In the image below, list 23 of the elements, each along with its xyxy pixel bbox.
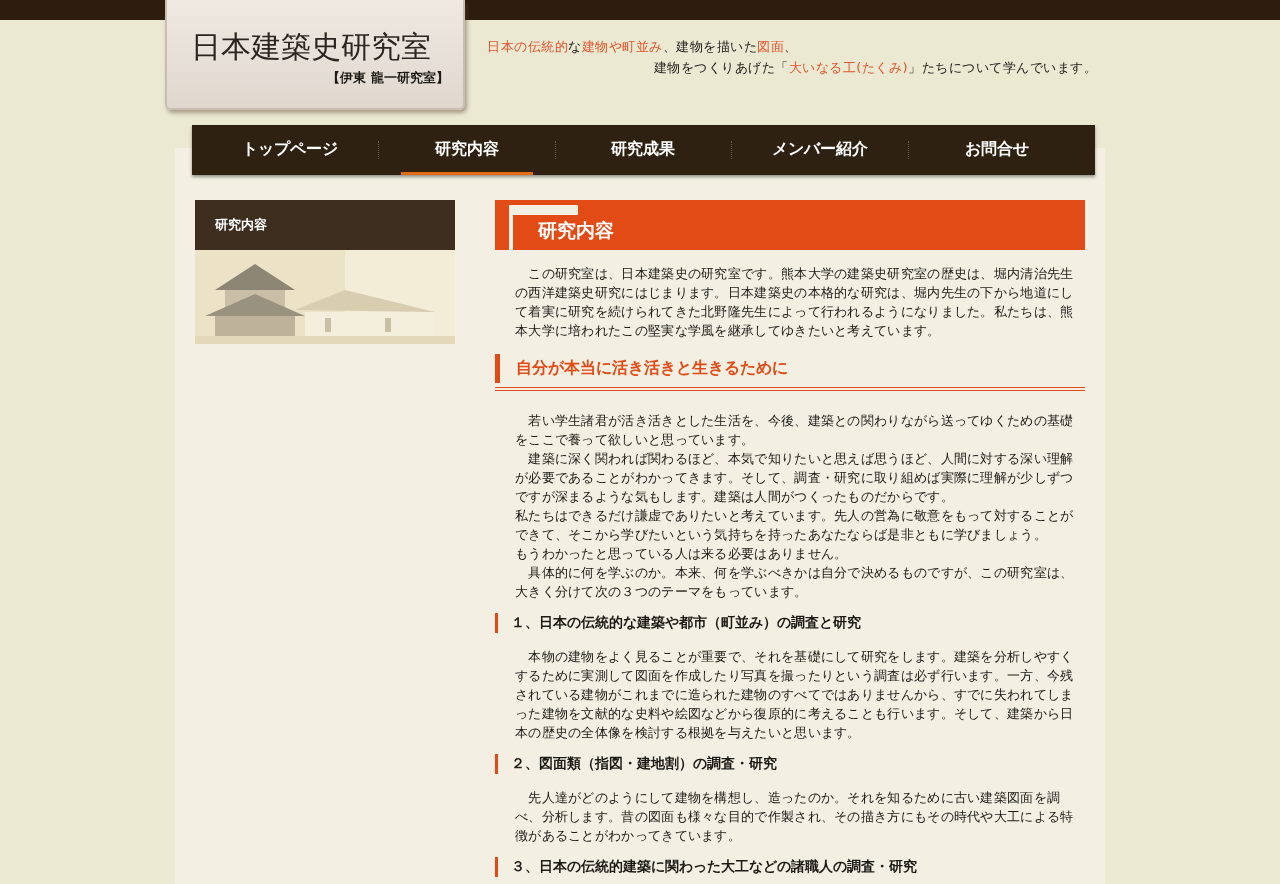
body-text: 具体的に何を学ぶのか。本来、何を学ぶべきかは自分で決めるものですが、この研究室は、大きく分けて次の３つのテーマをもっています。 [515,564,1075,601]
body-text: 本物の建物をよく見ることが重要で、それを基礎にして研究をします。建築を分析しやすくするために実測して図面を作成したり写真を撮ったりという調査は必ず行います。一方、今残されている建物がこれまでに造られた建物のすべてではありませんから、すでに失われてしまった建物を文献的な史料や絵図などから復原的に考えることも行います。そして、建築から日本の歴史の全体像を検討する根拠を与えたいと思います。 [515,648,1075,742]
sidebar-heading: 研究内容 [195,200,455,250]
lab-name: 【伊東 龍一研究室】 [327,69,449,87]
tagline: 日本の伝統的な建物や町並み、建物を描いた図面、 [487,38,799,56]
tagline: 建物をつくりあげた「大いなる工(たくみ)」たちについて学んでいます。 [652,59,1097,77]
nav-tab[interactable]: お問合せ [931,125,1063,175]
body-text: 建築に深く関われば関わるほど、本気で知りたいと思えば思うほど、人間に対する深い理解が必要であることがわかってきます。そして、調査・研究に取り組めば実際に理解が少しずつですが深まるような気もします。建築は人間がつくったものだからです。 [515,450,1075,506]
body-text: 先人達がどのようにして建物を構想し、造ったのか。それを知るために古い建築図面を調べ、分析します。昔の図面も様々な目的で作製され、その描き方にもその時代や大工による特徴があることがわかってきています。 [515,789,1075,845]
body-text: 私たちはできるだけ謙虚でありたいと考えています。先人の営為に敬意をもって対することができて、そこから学びたいという気持ちを持ったあなたならば是非ともに学びましょう。 [515,507,1075,544]
section-heading: 自分が本当に活き活きと生きるために [495,354,1085,391]
nav-tab[interactable]: トップページ [224,125,356,175]
topic-heading: ２、図面類（指図・建地割）の調査・研究 [495,754,1085,774]
nav-tab[interactable]: メンバー紹介 [754,125,887,175]
topic-heading: ３、日本の伝統的建築に関わった大工などの諸職人の調査・研究 [495,857,1085,877]
site-title[interactable]: 日本建築史研究室 [191,30,431,63]
nav-tab[interactable]: 研究成果 [577,125,710,175]
body-text: この研究室は、日本建築史の研究室です。熊本大学の建築史研究室の歴史は、堀内清治先生の西洋建築史研究にはじまります。日本建築史の本格的な研究は、堀内先生の下から地道にして着実に研究を続けられてきた北野隆先生によって行われるようになりました。私たちは、熊本大学に培われたこの堅実な学風を継承してゆきたいと考えています。 [515,265,1075,340]
body-text: 若い学生諸君が活き活きとした生活を、今後、建築との関わりながら送ってゆくための基礎をここで養って欲しいと思っています。 [515,412,1075,449]
nav-tab[interactable]: 研究内容 [400,125,533,175]
section-title: 研究内容 [495,200,1085,250]
body-text: もうわかったと思っている人は来る必要はありません。 [515,545,849,563]
topic-heading: １、日本の伝統的な建築や都市（町並み）の調査と研究 [495,613,1085,633]
